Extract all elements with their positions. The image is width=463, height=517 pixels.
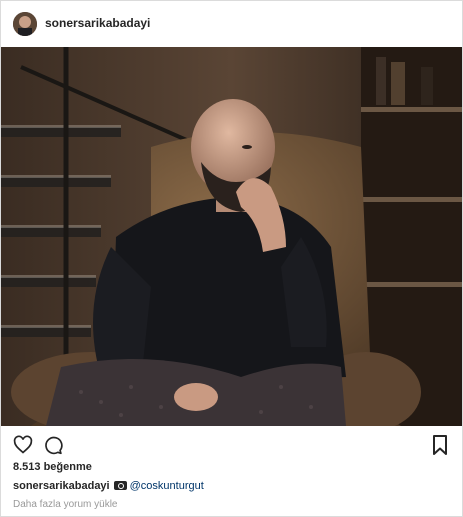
caption-username[interactable]: sonersarikabadayi: [13, 480, 110, 492]
post-actions: [1, 427, 462, 463]
avatar[interactable]: [13, 12, 37, 36]
post-photo[interactable]: [1, 47, 462, 426]
post-header: sonersarikabadayi: [1, 1, 462, 47]
post-card: sonersarikabadayi 8.513 beğenme sonersar…: [0, 0, 463, 517]
comment-icon[interactable]: [43, 435, 63, 455]
caption-mention[interactable]: @coskunturgut: [130, 480, 204, 492]
post-username[interactable]: sonersarikabadayi: [45, 16, 150, 30]
load-more-comments[interactable]: Daha fazla yorum yükle: [13, 499, 118, 510]
bookmark-icon[interactable]: [431, 435, 449, 455]
like-count[interactable]: 8.513 beğenme: [13, 461, 92, 473]
camera-icon: [113, 481, 127, 490]
post-caption: sonersarikabadayi @coskunturgut: [13, 480, 204, 492]
heart-icon[interactable]: [13, 435, 33, 455]
